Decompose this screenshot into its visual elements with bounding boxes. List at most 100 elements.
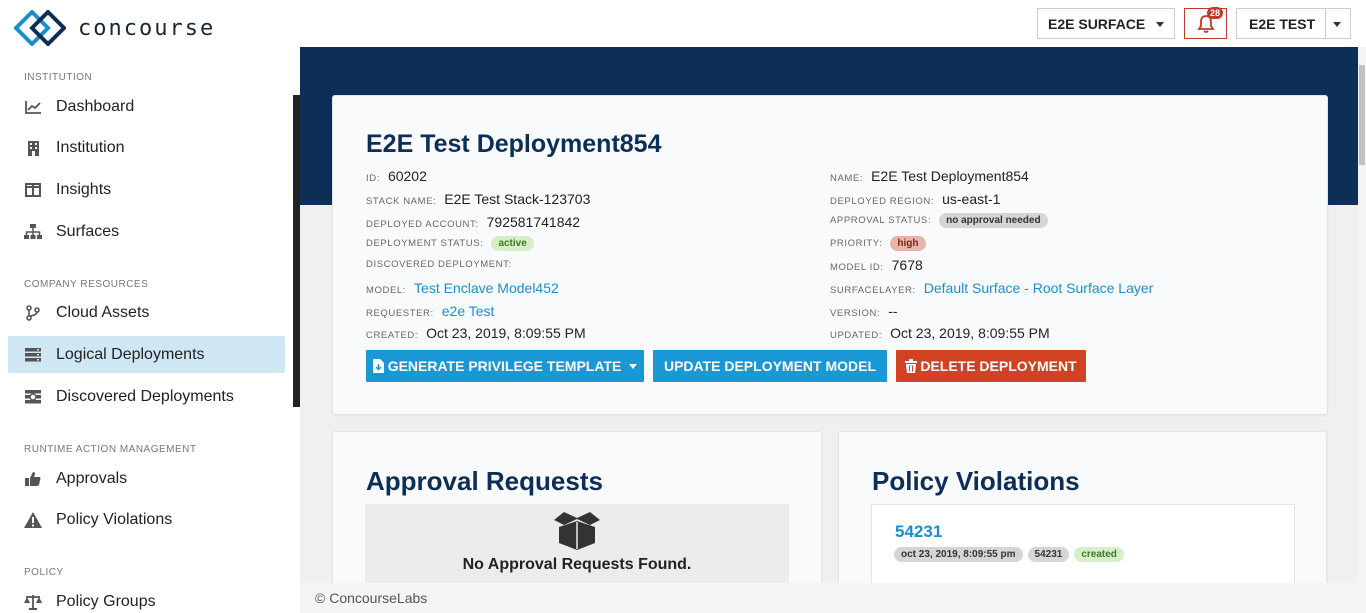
warning-icon <box>23 511 43 528</box>
approval-requests-empty-state: No Approval Requests Found. <box>365 504 789 594</box>
sidebar-section-policy: POLICY <box>24 567 64 578</box>
sidebar-section-runtime-action-management: RUNTIME ACTION MANAGEMENT <box>24 444 197 455</box>
sidebar-item-surfaces[interactable]: Surfaces <box>8 213 285 250</box>
field-label: REQUESTER: <box>366 308 434 319</box>
trash-icon <box>905 359 918 373</box>
main-scrollbar[interactable] <box>1358 47 1366 613</box>
delete-button-label: DELETE DEPLOYMENT <box>920 358 1077 374</box>
brand-name: concourse <box>78 15 216 41</box>
model-link[interactable]: Test Enclave Model452 <box>414 280 559 296</box>
violation-list-item[interactable]: 54231 oct 23, 2019, 8:09:55 pm 54231 cre… <box>871 504 1295 594</box>
field-stack-name: STACK NAME: E2E Test Stack-123703 <box>366 191 590 207</box>
sidebar-item-label: Logical Deployments <box>56 345 205 363</box>
violation-id-link[interactable]: 54231 <box>895 522 942 542</box>
sidebar-item-approvals[interactable]: Approvals <box>8 460 285 497</box>
field-version: VERSION: -- <box>830 303 898 319</box>
caret-down-icon[interactable] <box>1333 22 1341 27</box>
field-value: E2E Test Stack-123703 <box>444 191 591 207</box>
field-value: Oct 23, 2019, 8:09:55 PM <box>890 325 1050 341</box>
update-deployment-model-button[interactable]: UPDATE DEPLOYMENT MODEL <box>653 350 887 382</box>
field-approval-status: APPROVAL STATUS: no approval needed <box>830 213 1048 228</box>
sidebar-item-label: Insights <box>56 180 112 198</box>
notifications-button[interactable]: 28 <box>1184 7 1227 39</box>
field-value: -- <box>888 303 898 319</box>
field-discovered-deployment: DISCOVERED DEPLOYMENT: <box>366 259 520 270</box>
sidebar-item-label: Policy Groups <box>56 592 156 610</box>
field-value: 60202 <box>387 168 427 184</box>
field-value: 7678 <box>891 257 923 273</box>
field-label: PRIORITY: <box>830 238 883 249</box>
field-deployed-account: DEPLOYED ACCOUNT: 792581741842 <box>366 214 580 230</box>
field-label: DEPLOYED REGION: <box>830 196 935 207</box>
sidebar-item-discovered-deployments[interactable]: Discovered Deployments <box>8 378 285 415</box>
page-title: E2E Test Deployment854 <box>366 130 662 158</box>
field-surfacelayer: SURFACELAYER: Default Surface - Root Sur… <box>830 280 1153 296</box>
sidebar-item-insights[interactable]: Insights <box>8 171 285 208</box>
sidebar-item-label: Policy Violations <box>56 510 173 528</box>
concourse-logo[interactable]: concourse <box>14 10 215 46</box>
sidebar-item-label: Cloud Assets <box>56 303 150 321</box>
generate-button-label: GENERATE PRIVILEGE TEMPLATE <box>387 358 622 374</box>
violation-date-badge: oct 23, 2019, 8:09:55 pm <box>894 547 1023 562</box>
policy-violations-title: Policy Violations <box>872 466 1080 496</box>
user-menu[interactable]: E2E TEST <box>1236 8 1351 39</box>
app-root: concourse E2E SURFACE 28 E2E TEST INSTIT… <box>0 0 1366 613</box>
priority-badge: high <box>890 236 926 251</box>
discover-icon <box>23 389 43 404</box>
generate-privilege-template-button[interactable]: GENERATE PRIVILEGE TEMPLATE <box>366 350 644 382</box>
footer-copyright: © ConcourseLabs <box>315 590 428 606</box>
field-label: MODEL: <box>366 285 407 296</box>
field-label: ID: <box>366 173 380 184</box>
sidebar-item-dashboard[interactable]: Dashboard <box>8 88 285 125</box>
field-value: 792581741842 <box>486 214 581 230</box>
field-updated: UPDATED: Oct 23, 2019, 8:09:55 PM <box>830 325 1050 341</box>
field-label: SURFACELAYER: <box>830 285 916 296</box>
caret-down-icon <box>629 363 638 369</box>
field-label: MODEL ID: <box>830 262 884 273</box>
field-deployment-status: DEPLOYMENT STATUS: active <box>366 236 534 251</box>
field-id: ID: 60202 <box>366 168 427 184</box>
surface-selector[interactable]: E2E SURFACE <box>1037 8 1175 39</box>
sitemap-icon <box>23 223 43 240</box>
sidebar-item-label: Discovered Deployments <box>56 387 234 405</box>
requester-link[interactable]: e2e Test <box>442 303 495 319</box>
field-label: STACK NAME: <box>366 196 437 207</box>
update-button-label: UPDATE DEPLOYMENT MODEL <box>663 358 877 374</box>
thumbs-up-icon <box>23 471 43 487</box>
top-bar: concourse E2E SURFACE 28 E2E TEST <box>0 0 1366 47</box>
main-scrollbar-thumb[interactable] <box>1359 65 1365 165</box>
field-label: UPDATED: <box>830 330 883 341</box>
notification-count-badge: 28 <box>1206 7 1223 19</box>
delete-deployment-button[interactable]: DELETE DEPLOYMENT <box>896 350 1086 382</box>
field-model-id: MODEL ID: 7678 <box>830 257 923 273</box>
field-deployed-region: DEPLOYED REGION: us-east-1 <box>830 191 1000 207</box>
caret-down-icon <box>1156 22 1164 27</box>
field-priority: PRIORITY: high <box>830 236 926 251</box>
sidebar-item-logical-deployments[interactable]: Logical Deployments <box>8 336 285 373</box>
deployment-detail-card: E2E Test Deployment854 ID: 60202 STACK N… <box>332 95 1328 415</box>
violation-tags: oct 23, 2019, 8:09:55 pm 54231 created <box>894 547 1124 562</box>
sidebar-section-company-resources: COMPANY RESOURCES <box>24 279 149 290</box>
surface-selector-label: E2E SURFACE <box>1048 15 1146 32</box>
user-menu-divider <box>1325 9 1326 38</box>
branch-icon <box>23 304 43 321</box>
download-file-icon <box>372 359 384 373</box>
sidebar-item-cloud-assets[interactable]: Cloud Assets <box>8 294 285 331</box>
sidebar-item-policy-violations[interactable]: Policy Violations <box>8 501 285 538</box>
server-icon <box>23 347 43 362</box>
sidebar-item-label: Surfaces <box>56 222 120 240</box>
sidebar-scrollbar[interactable] <box>293 95 300 407</box>
field-label: DISCOVERED DEPLOYMENT: <box>366 259 512 270</box>
status-badge: active <box>491 236 534 251</box>
violation-id-badge: 54231 <box>1027 547 1070 562</box>
surfacelayer-link[interactable]: Default Surface - Root Surface Layer <box>924 280 1154 296</box>
sidebar-item-policy-groups[interactable]: Policy Groups <box>8 583 285 613</box>
sidebar-item-institution[interactable]: Institution <box>8 129 285 166</box>
sidebar-item-label: Approvals <box>56 469 128 487</box>
field-label: DEPLOYMENT STATUS: <box>366 238 484 249</box>
field-label: DEPLOYED ACCOUNT: <box>366 219 479 230</box>
field-model: MODEL: Test Enclave Model452 <box>366 280 559 296</box>
concourse-logo-icon <box>14 10 66 46</box>
field-name: NAME: E2E Test Deployment854 <box>830 168 1029 184</box>
open-box-icon <box>554 512 600 550</box>
